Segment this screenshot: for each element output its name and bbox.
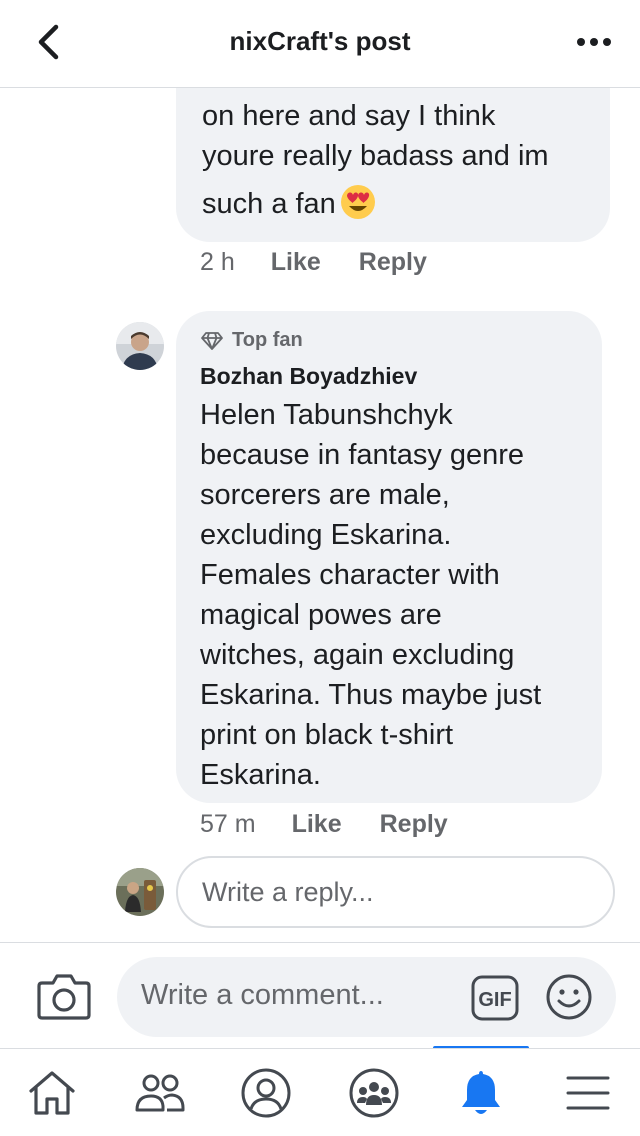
comment-timestamp: 2 h (200, 248, 235, 276)
bell-icon (462, 1071, 500, 1114)
comment-text: Helen Tabunshchyk because in fantasy gen… (200, 399, 542, 791)
groups-icon (349, 1068, 399, 1118)
avatar-photo (116, 322, 164, 370)
current-user-avatar (116, 868, 164, 916)
avatar[interactable] (116, 322, 164, 370)
reply-input[interactable]: Write a reply... (176, 856, 615, 928)
header-bar: nixCraft's post (0, 0, 640, 88)
heart-eyes-emoji-icon (340, 185, 375, 219)
menu-icon (566, 1076, 610, 1110)
reply-button[interactable]: Reply (380, 810, 448, 839)
more-options-button[interactable] (568, 22, 620, 62)
home-icon (29, 1071, 75, 1115)
comment-input[interactable]: Write a comment... GIF (117, 957, 616, 1037)
comment-bubble: on here and say I think youre really bad… (176, 70, 610, 242)
comment-text: on here and say I think youre really bad… (202, 100, 549, 220)
tab-home[interactable] (4, 1049, 100, 1136)
tab-groups[interactable] (326, 1049, 422, 1136)
like-button[interactable]: Like (292, 810, 342, 839)
profile-icon (241, 1068, 291, 1118)
comment-actions: 2 h Like Reply (200, 248, 465, 277)
diamond-icon (201, 331, 223, 350)
comment-composer: Write a comment... GIF (0, 942, 640, 1048)
emoji-button[interactable] (545, 973, 593, 1021)
more-dots-icon (577, 38, 611, 46)
comment-actions: 57 m Like Reply (200, 810, 486, 839)
bottom-tab-bar (0, 1048, 640, 1136)
tab-notifications[interactable] (433, 1049, 529, 1136)
gif-icon: GIF (471, 975, 519, 1021)
tab-menu[interactable] (540, 1049, 636, 1136)
smiley-icon (546, 974, 592, 1020)
gif-button[interactable]: GIF (471, 975, 519, 1021)
svg-text:GIF: GIF (478, 989, 511, 1011)
tab-profile[interactable] (218, 1049, 314, 1136)
comment-timestamp: 57 m (200, 810, 256, 838)
comment-author[interactable]: Bozhan Boyadzhiev (200, 363, 417, 390)
tab-friends[interactable] (112, 1049, 208, 1136)
page-title: nixCraft's post (229, 26, 411, 56)
friends-icon (135, 1074, 185, 1112)
reply-button[interactable]: Reply (359, 248, 427, 277)
camera-button[interactable] (36, 971, 92, 1021)
top-fan-badge: Top fan (200, 329, 303, 352)
camera-icon (37, 974, 91, 1020)
comment-bubble: Top fan Bozhan Boyadzhiev Helen Tabunshc… (176, 311, 602, 803)
avatar-photo (116, 868, 164, 916)
like-button[interactable]: Like (271, 248, 321, 277)
